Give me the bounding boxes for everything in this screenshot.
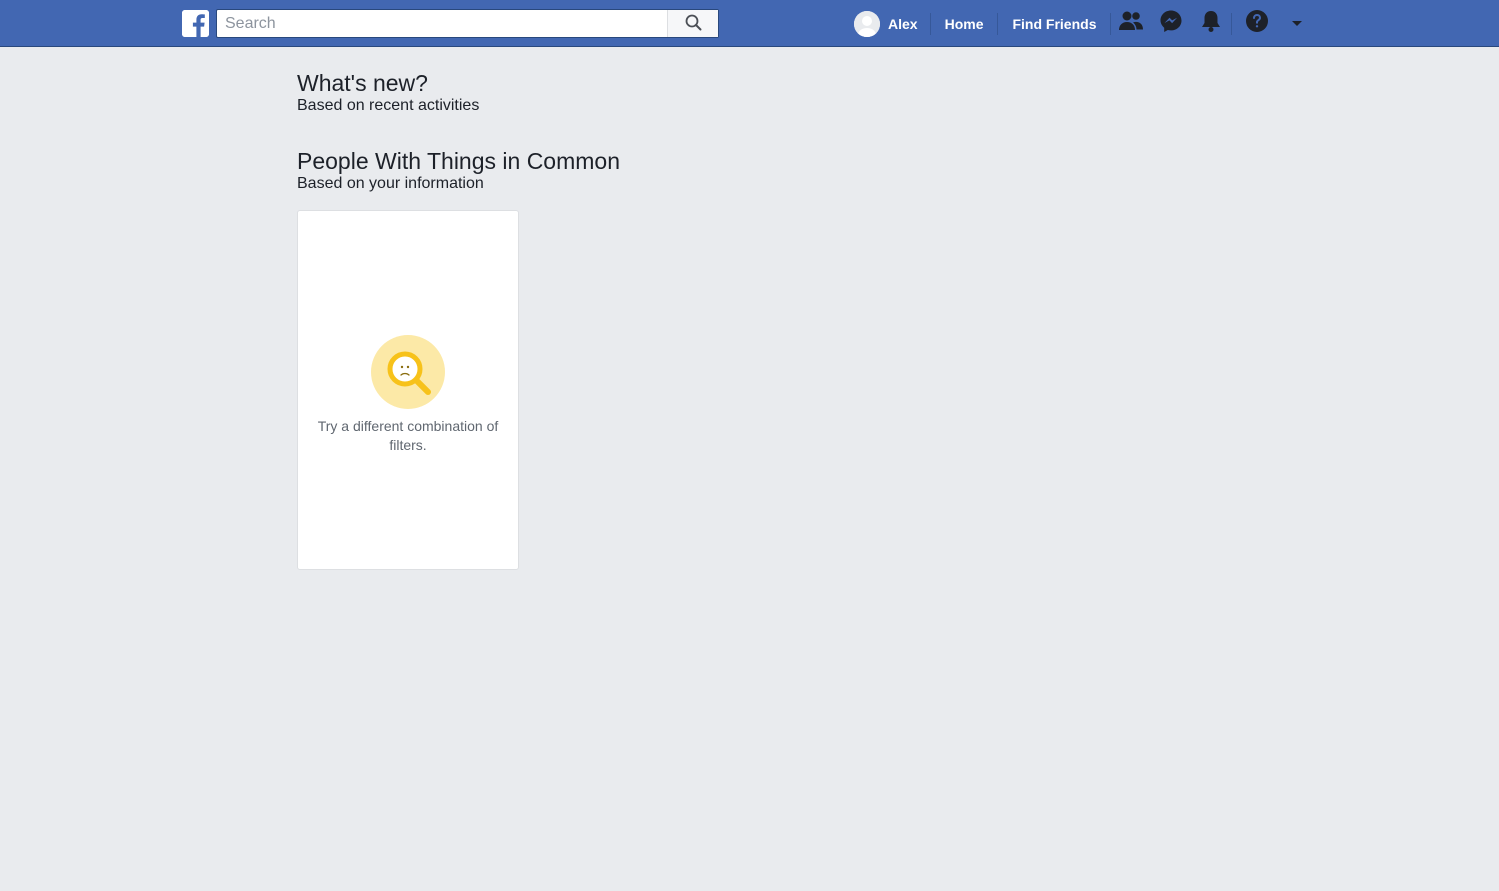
- search-button[interactable]: [667, 10, 718, 37]
- search-icon: [685, 14, 702, 34]
- messenger-button[interactable]: [1151, 0, 1191, 47]
- profile-link[interactable]: Alex: [850, 0, 930, 47]
- account-menu-button[interactable]: [1282, 0, 1312, 47]
- whats-new-section: What's new? Based on recent activities: [297, 70, 479, 116]
- search-input[interactable]: [217, 10, 667, 37]
- search-bar: [216, 9, 719, 38]
- top-bar: Alex Home Find Friends: [0, 0, 1499, 47]
- top-nav: Alex Home Find Friends: [850, 0, 1312, 47]
- sad-magnifier-icon: [370, 334, 446, 410]
- avatar: [854, 10, 880, 37]
- facebook-logo-icon[interactable]: [182, 10, 209, 37]
- people-in-common-section: People With Things in Common Based on yo…: [297, 148, 620, 194]
- home-label: Home: [944, 15, 984, 32]
- friend-requests-icon: [1118, 10, 1144, 37]
- empty-results-message: Try a different combination of filters.: [317, 418, 499, 453]
- notifications-button[interactable]: [1191, 0, 1231, 47]
- home-link[interactable]: Home: [931, 0, 998, 47]
- messenger-icon: [1159, 9, 1183, 38]
- help-button[interactable]: [1232, 0, 1282, 47]
- help-icon: [1245, 9, 1269, 38]
- find-friends-label: Find Friends: [1012, 15, 1097, 32]
- section-subtitle: Based on recent activities: [297, 97, 480, 114]
- notifications-icon: [1200, 9, 1222, 38]
- profile-name: Alex: [888, 15, 918, 32]
- find-friends-link[interactable]: Find Friends: [998, 0, 1110, 47]
- section-title: What's new?: [297, 70, 428, 96]
- friend-requests-button[interactable]: [1111, 0, 1151, 47]
- empty-results-card: Try a different combination of filters.: [297, 210, 519, 570]
- section-subtitle: Based on your information: [297, 175, 484, 192]
- section-title: People With Things in Common: [297, 148, 620, 174]
- account-menu-caret-icon: [1291, 15, 1303, 33]
